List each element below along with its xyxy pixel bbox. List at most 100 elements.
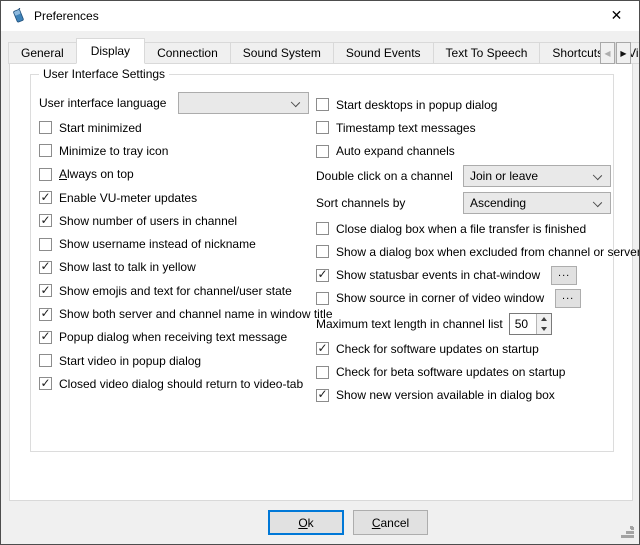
spin-up-icon[interactable] xyxy=(537,314,551,324)
checkbox-label: Show username instead of nickname xyxy=(59,237,256,251)
tab[interactable]: Sound Events xyxy=(333,42,434,64)
tab-label: Text To Speech xyxy=(446,46,528,60)
language-row: User interface language xyxy=(39,89,311,116)
checkbox[interactable] xyxy=(316,342,329,355)
checkbox[interactable] xyxy=(316,389,329,402)
checkbox-label: Close dialog box when a file transfer is… xyxy=(336,222,586,236)
checkbox-row[interactable]: Popup dialog when receiving text message xyxy=(39,326,311,349)
checkbox-row[interactable]: Timestamp text messages xyxy=(316,116,614,139)
checkbox-row[interactable]: Show source in corner of video window ..… xyxy=(316,287,614,310)
tab[interactable]: General xyxy=(8,42,77,64)
checkbox[interactable] xyxy=(39,261,52,274)
tab[interactable]: Sound System xyxy=(230,42,334,64)
checkbox-row[interactable]: Always on top xyxy=(39,163,311,186)
dropdown-label: Double click on a channel xyxy=(316,169,463,183)
checkbox[interactable] xyxy=(316,121,329,134)
chevron-down-icon xyxy=(291,97,300,106)
dropdown-value: Ascending xyxy=(470,196,526,210)
tab[interactable]: Connection xyxy=(144,42,231,64)
checkbox[interactable] xyxy=(39,168,52,181)
resize-grip[interactable] xyxy=(621,526,634,539)
checkbox-row[interactable]: Close dialog box when a file transfer is… xyxy=(316,217,614,240)
checkbox[interactable] xyxy=(316,292,329,305)
group-title: User Interface Settings xyxy=(39,67,169,81)
checkbox-row[interactable]: Start desktops in popup dialog xyxy=(316,93,614,116)
checkbox-row[interactable]: Show both server and channel name in win… xyxy=(39,302,311,325)
checkbox-label: Minimize to tray icon xyxy=(59,144,168,158)
checkbox-row[interactable]: Check for software updates on startup xyxy=(316,337,614,360)
max-text-length-spinner[interactable]: 50 xyxy=(509,313,552,335)
checkbox[interactable] xyxy=(39,214,52,227)
dropdown-row: Sort channels by Ascending xyxy=(316,190,614,217)
checkbox-row[interactable]: Show a dialog box when excluded from cha… xyxy=(316,240,614,263)
checkbox-label: Check for software updates on startup xyxy=(336,342,539,356)
ok-button[interactable]: Ok xyxy=(268,510,344,535)
checkbox-row[interactable]: Enable VU-meter updates xyxy=(39,186,311,209)
title-bar: Preferences ✕ xyxy=(1,1,639,31)
checkbox-label: Popup dialog when receiving text message xyxy=(59,330,287,344)
spin-down-icon[interactable] xyxy=(537,324,551,334)
dropdown-row: Double click on a channel Join or leave xyxy=(316,163,614,190)
checkbox-row[interactable]: Start video in popup dialog xyxy=(39,349,311,372)
checkbox-row[interactable]: Show username instead of nickname xyxy=(39,232,311,255)
checkbox-label: Enable VU-meter updates xyxy=(59,191,197,205)
checkbox[interactable] xyxy=(39,238,52,251)
checkbox[interactable] xyxy=(316,145,329,158)
left-column: User interface language Start minimized xyxy=(39,89,311,396)
checkbox-row[interactable]: Start minimized xyxy=(39,116,311,139)
close-button[interactable]: ✕ xyxy=(594,1,639,30)
tab[interactable]: Text To Speech xyxy=(433,42,541,64)
left-checkbox-list: Start minimized Minimize to tray icon Al… xyxy=(39,116,311,396)
max-text-length-row: Maximum text length in channel list 50 xyxy=(316,310,614,337)
checkbox[interactable] xyxy=(316,245,329,258)
language-combobox[interactable] xyxy=(178,92,309,114)
checkbox[interactable] xyxy=(316,366,329,379)
tab-label: Sound Events xyxy=(346,46,421,60)
checkbox-label: Show new version available in dialog box xyxy=(336,388,555,402)
checkbox[interactable] xyxy=(39,308,52,321)
checkbox-row[interactable]: Closed video dialog should return to vid… xyxy=(39,372,311,395)
tab-scroll-left-icon[interactable]: ◀ xyxy=(600,42,615,64)
right-checkbox-list-bottom: Check for software updates on startup Ch… xyxy=(316,337,614,407)
checkbox[interactable] xyxy=(39,331,52,344)
checkbox-row[interactable]: Minimize to tray icon xyxy=(39,139,311,162)
ellipsis-button[interactable]: ... xyxy=(551,266,577,285)
tab-label: Sound System xyxy=(243,46,321,60)
checkbox-label: Show a dialog box when excluded from cha… xyxy=(336,245,640,259)
cancel-button[interactable]: Cancel xyxy=(353,510,428,535)
checkbox[interactable] xyxy=(39,354,52,367)
right-checkbox-list-top: Start desktops in popup dialog Timestamp… xyxy=(316,93,614,163)
checkbox[interactable] xyxy=(39,377,52,390)
checkbox-row[interactable]: Auto expand channels xyxy=(316,140,614,163)
dropdown-label: Sort channels by xyxy=(316,196,463,210)
checkbox[interactable] xyxy=(316,222,329,235)
checkbox-label: Show last to talk in yellow xyxy=(59,260,196,274)
checkbox-row[interactable]: Show new version available in dialog box xyxy=(316,384,614,407)
tab[interactable]: Display xyxy=(76,38,145,64)
dropdown-combobox[interactable]: Ascending xyxy=(463,192,611,214)
tab-strip: General Display Connection Sound System … xyxy=(9,42,640,64)
checkbox-row[interactable]: Show last to talk in yellow xyxy=(39,256,311,279)
checkbox-label: Always on top xyxy=(59,167,134,181)
checkbox-label: Check for beta software updates on start… xyxy=(336,365,565,379)
checkbox-label: Closed video dialog should return to vid… xyxy=(59,377,303,391)
tab-bar: General Display Connection Sound System … xyxy=(9,41,633,64)
checkbox-row[interactable]: Show statusbar events in chat-window ... xyxy=(316,263,614,286)
checkbox-label: Show both server and channel name in win… xyxy=(59,307,333,321)
checkbox[interactable] xyxy=(316,269,329,282)
checkbox-label: Show statusbar events in chat-window xyxy=(336,268,540,282)
spinner-buttons xyxy=(536,314,551,334)
checkbox[interactable] xyxy=(39,284,52,297)
ellipsis-button[interactable]: ... xyxy=(555,289,581,308)
checkbox[interactable] xyxy=(39,144,52,157)
tab-label: Display xyxy=(91,44,130,58)
dropdown-combobox[interactable]: Join or leave xyxy=(463,165,611,187)
checkbox-row[interactable]: Check for beta software updates on start… xyxy=(316,360,614,383)
checkbox[interactable] xyxy=(39,191,52,204)
tab-scroll-right-icon[interactable]: ▶ xyxy=(616,42,631,64)
checkbox-row[interactable]: Show number of users in channel xyxy=(39,209,311,232)
user-interface-settings-group: User Interface Settings User interface l… xyxy=(30,74,614,452)
checkbox[interactable] xyxy=(316,98,329,111)
checkbox[interactable] xyxy=(39,121,52,134)
checkbox-row[interactable]: Show emojis and text for channel/user st… xyxy=(39,279,311,302)
